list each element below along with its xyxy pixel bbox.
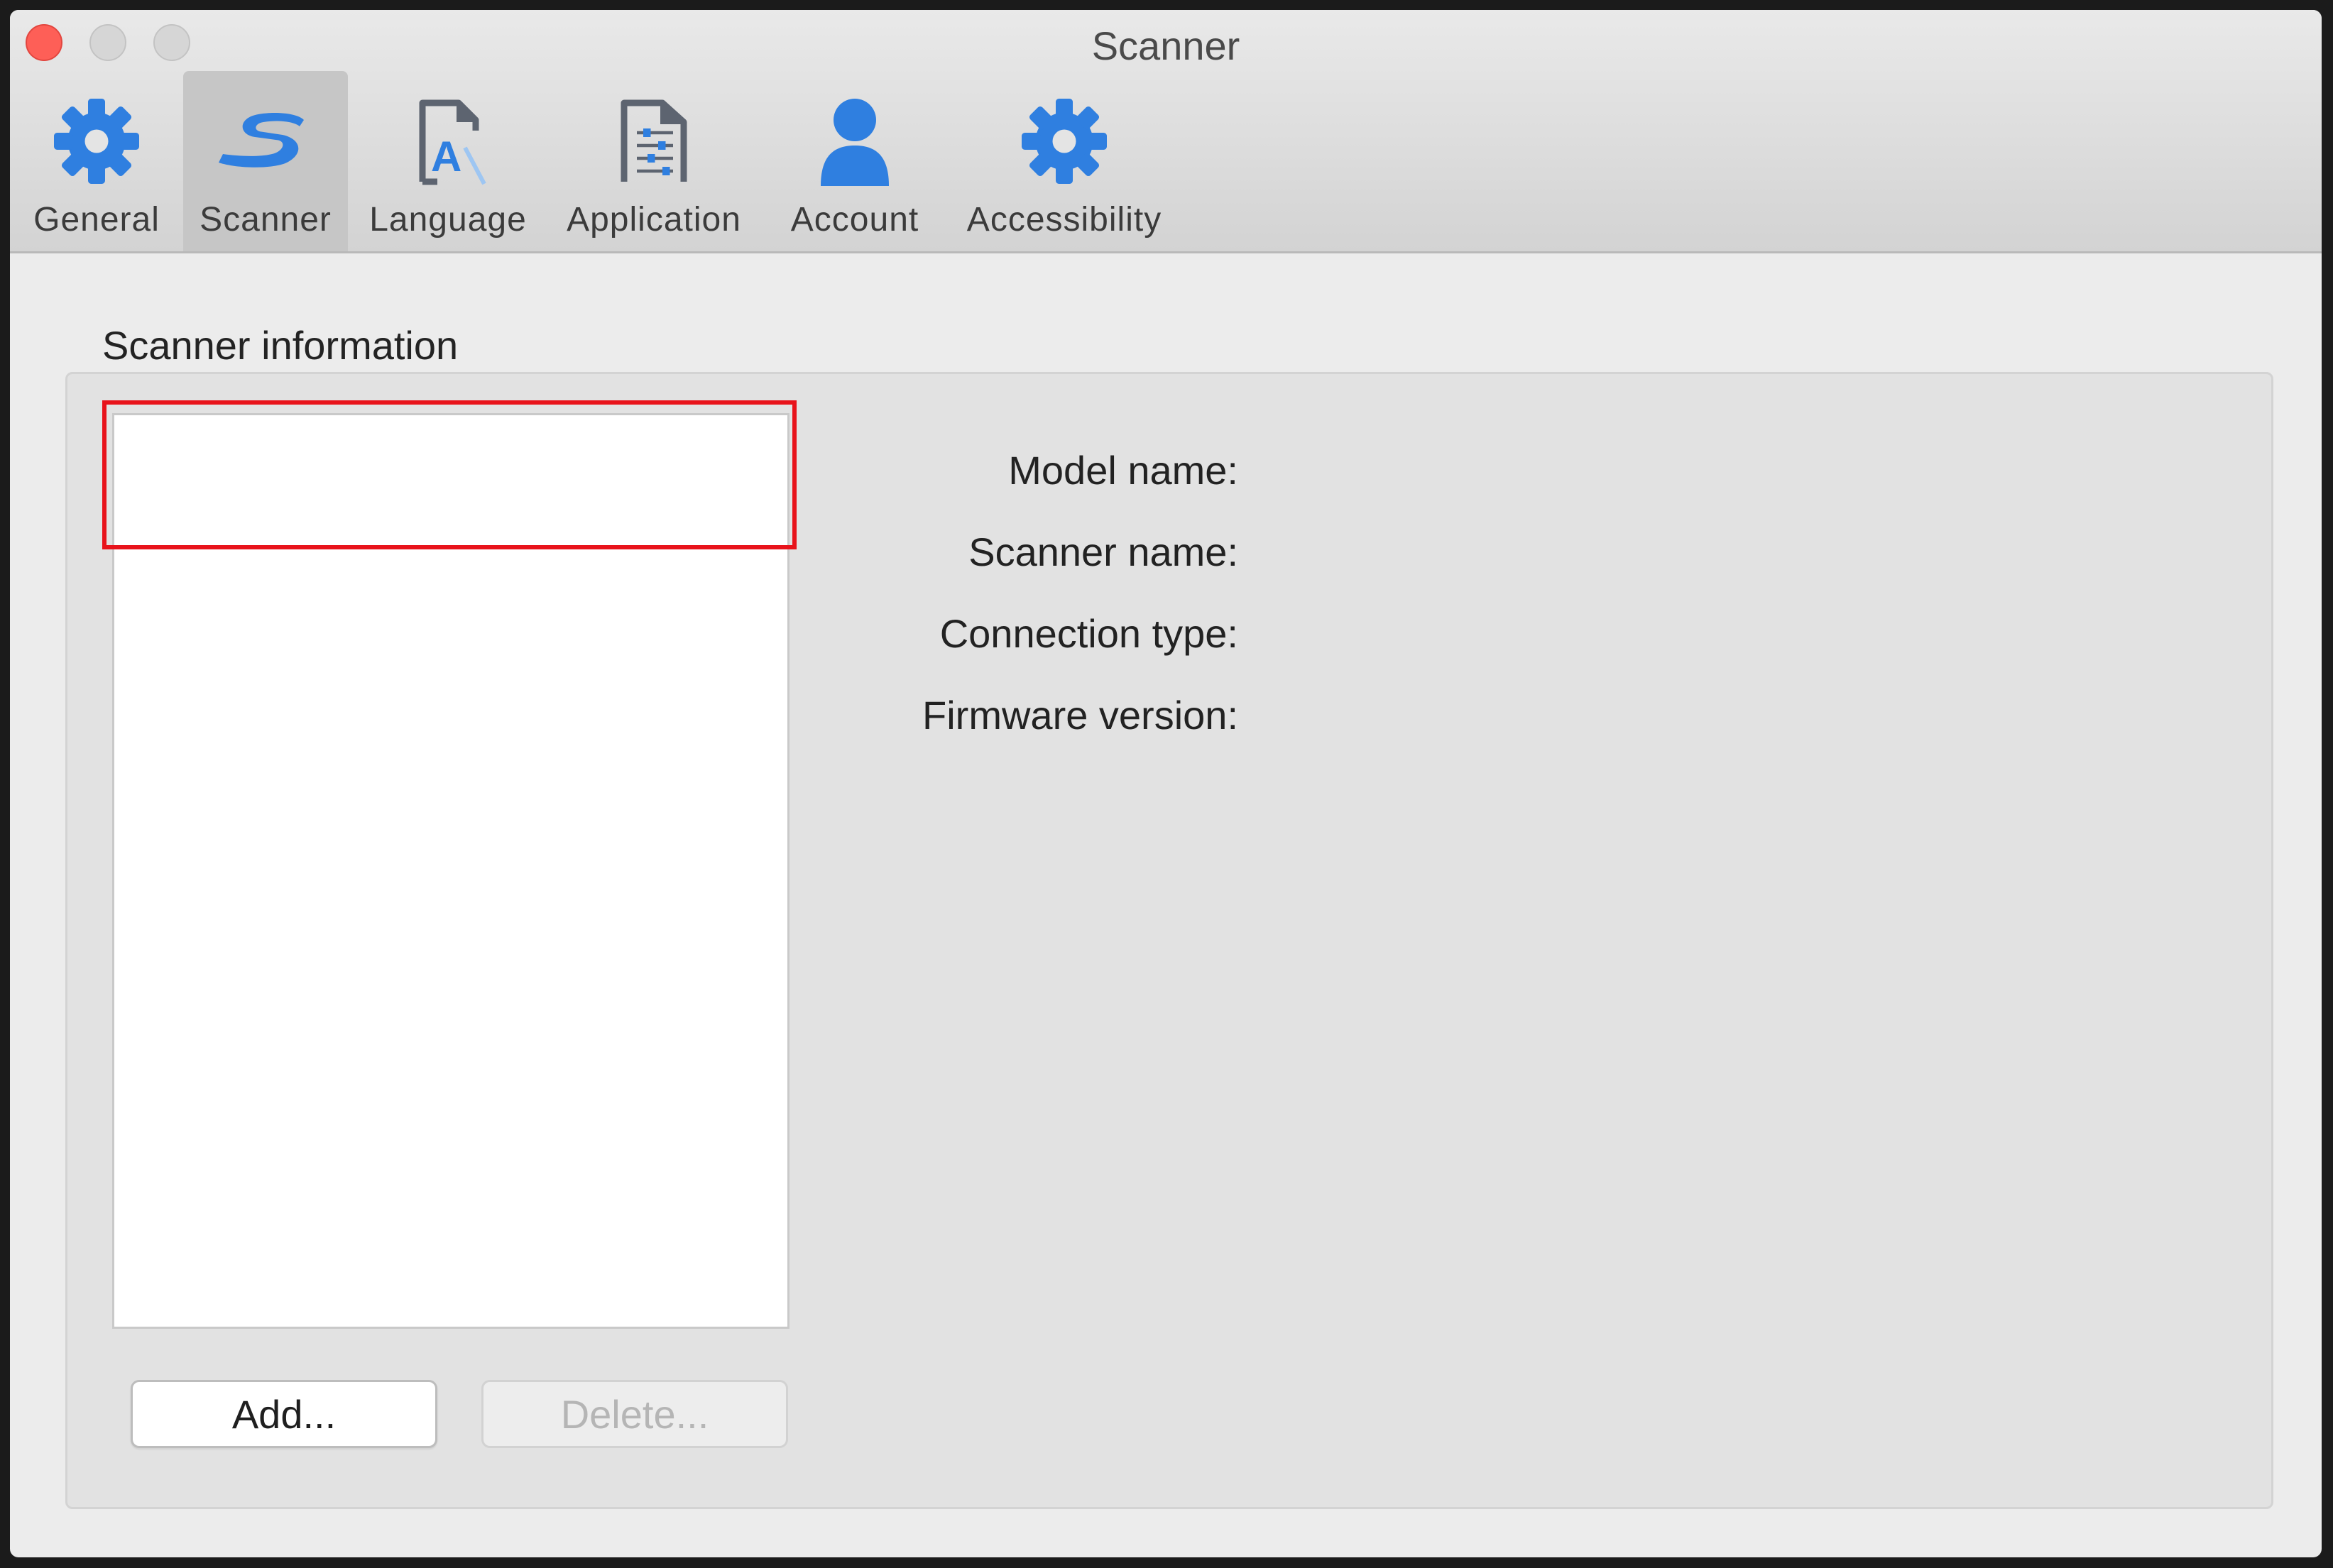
svg-text:A: A bbox=[431, 133, 461, 180]
delete-button[interactable]: Delete... bbox=[481, 1380, 788, 1448]
tab-accessibility-label: Accessibility bbox=[966, 201, 1162, 239]
add-button[interactable]: Add... bbox=[131, 1380, 437, 1448]
document-letter-a-icon: A bbox=[419, 99, 486, 185]
highlight-box bbox=[102, 400, 797, 549]
document-sliders-icon bbox=[621, 99, 687, 182]
model-name-label: Model name: bbox=[1008, 448, 1238, 493]
gear-icon bbox=[54, 99, 139, 184]
gear-icon bbox=[1022, 99, 1107, 184]
tab-scanner[interactable]: Scanner bbox=[183, 71, 348, 251]
section-title: Scanner information bbox=[102, 323, 459, 368]
tab-account-label: Account bbox=[790, 201, 919, 239]
tab-account[interactable]: Account bbox=[770, 71, 940, 251]
preferences-window: Scanner General Scanner A Language Appli… bbox=[10, 10, 2322, 1557]
tab-application[interactable]: Application bbox=[551, 71, 757, 251]
tab-language-label: Language bbox=[369, 201, 527, 239]
window-title: Scanner bbox=[1091, 23, 1240, 68]
tab-scanner-label: Scanner bbox=[200, 201, 332, 239]
tab-application-label: Application bbox=[567, 201, 741, 239]
toolbar: Scanner General Scanner A Language Appli… bbox=[10, 10, 2322, 253]
tab-general[interactable]: General bbox=[26, 71, 168, 251]
scanner-list[interactable] bbox=[112, 413, 789, 1329]
tab-general-label: General bbox=[33, 201, 160, 239]
connection-type-label: Connection type: bbox=[939, 611, 1238, 656]
person-icon bbox=[821, 99, 889, 186]
tab-language[interactable]: A Language bbox=[359, 71, 537, 251]
scanner-name-label: Scanner name: bbox=[968, 530, 1238, 574]
firmware-version-label: Firmware version: bbox=[922, 693, 1238, 738]
tab-accessibility[interactable]: Accessibility bbox=[954, 71, 1174, 251]
scanner-s-logo-icon bbox=[219, 113, 304, 168]
